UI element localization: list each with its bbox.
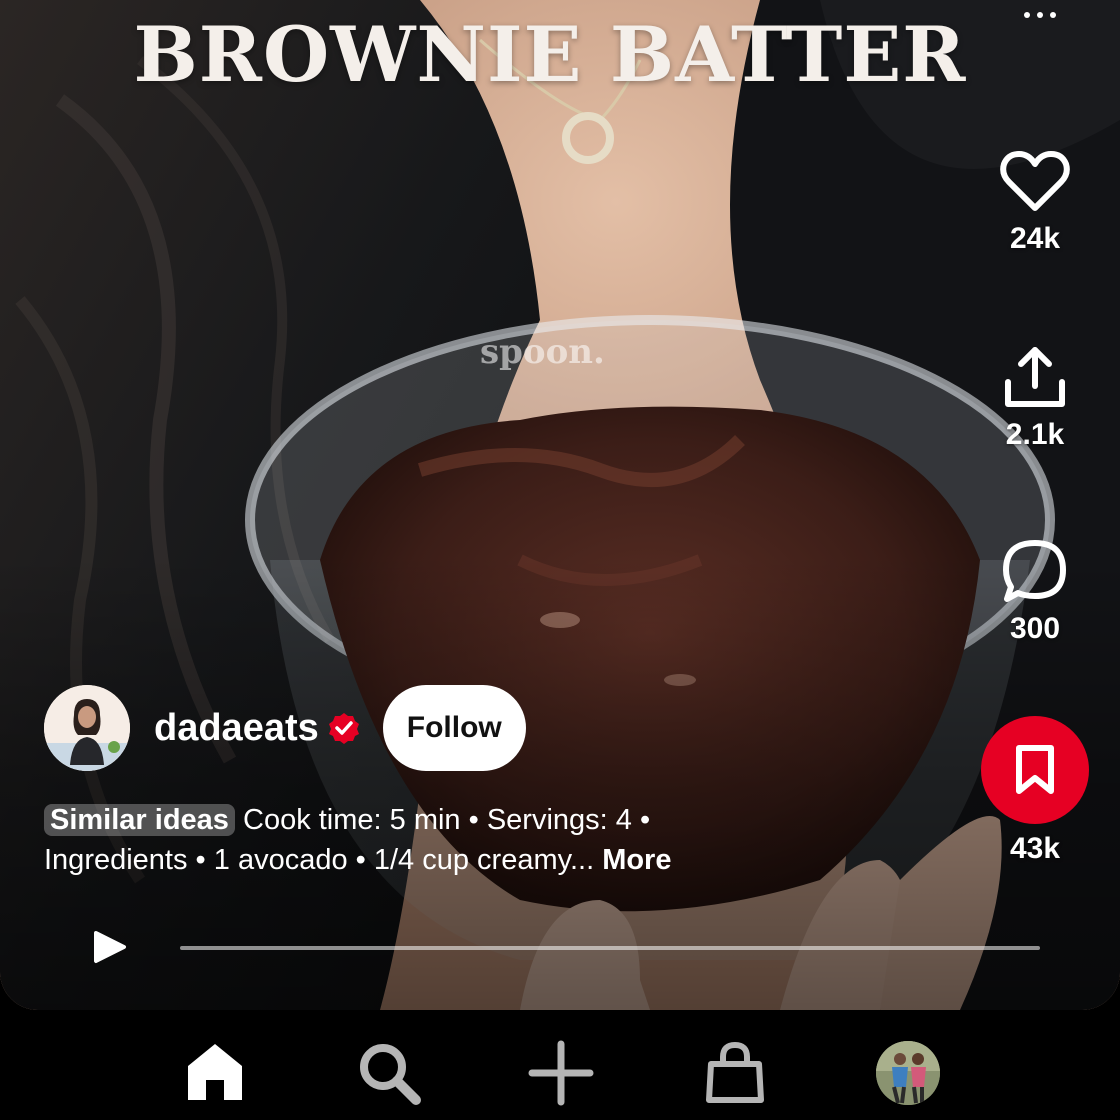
save-button[interactable] <box>981 716 1089 824</box>
more-link[interactable]: More <box>602 844 671 876</box>
shopping-bag-icon[interactable] <box>704 1040 766 1106</box>
creator-avatar[interactable] <box>44 685 130 771</box>
home-icon[interactable] <box>184 1040 246 1104</box>
search-icon[interactable] <box>356 1040 422 1106</box>
more-options-icon[interactable] <box>1008 0 1072 30</box>
plus-icon[interactable] <box>528 1040 594 1106</box>
jar-label-print: spoon. <box>480 332 605 372</box>
verified-badge-icon <box>328 713 359 744</box>
share-count: 2.1k <box>1005 418 1065 451</box>
like-count: 24k <box>1009 222 1061 255</box>
comment-action[interactable]: 300 <box>990 538 1080 646</box>
video-progress-bar[interactable] <box>180 946 1040 950</box>
video-player[interactable]: BROWNIE BATTER spoon. 24k 2.1k 300 43k d… <box>0 0 1120 1010</box>
share-upload-icon[interactable] <box>1002 346 1068 410</box>
follow-button[interactable]: Follow <box>382 685 526 771</box>
description-line-2: Ingredients • 1 avocado • 1/4 cup creamy… <box>44 844 603 876</box>
creator-row: dadaeats Follow <box>44 685 526 771</box>
video-title-overlay: BROWNIE BATTER <box>133 10 967 99</box>
description-line-1: Cook time: 5 min • Servings: 4 • <box>234 804 651 836</box>
share-action[interactable]: 2.1k <box>990 346 1080 452</box>
similar-ideas-chip[interactable]: Similar ideas <box>44 804 235 836</box>
creator-username[interactable]: dadaeats <box>154 707 319 750</box>
bookmark-icon <box>1016 745 1054 794</box>
pin-description: Similar ideas Cook time: 5 min • Serving… <box>44 800 824 880</box>
profile-avatar[interactable] <box>876 1041 940 1105</box>
play-icon[interactable] <box>90 930 128 964</box>
comment-bubble-icon[interactable] <box>1001 538 1069 604</box>
like-action[interactable]: 24k <box>990 150 1080 256</box>
heart-icon[interactable] <box>1000 150 1070 214</box>
save-count: 43k <box>1009 832 1061 865</box>
comment-count: 300 <box>1009 612 1061 645</box>
save-action[interactable]: 43k <box>981 716 1089 866</box>
